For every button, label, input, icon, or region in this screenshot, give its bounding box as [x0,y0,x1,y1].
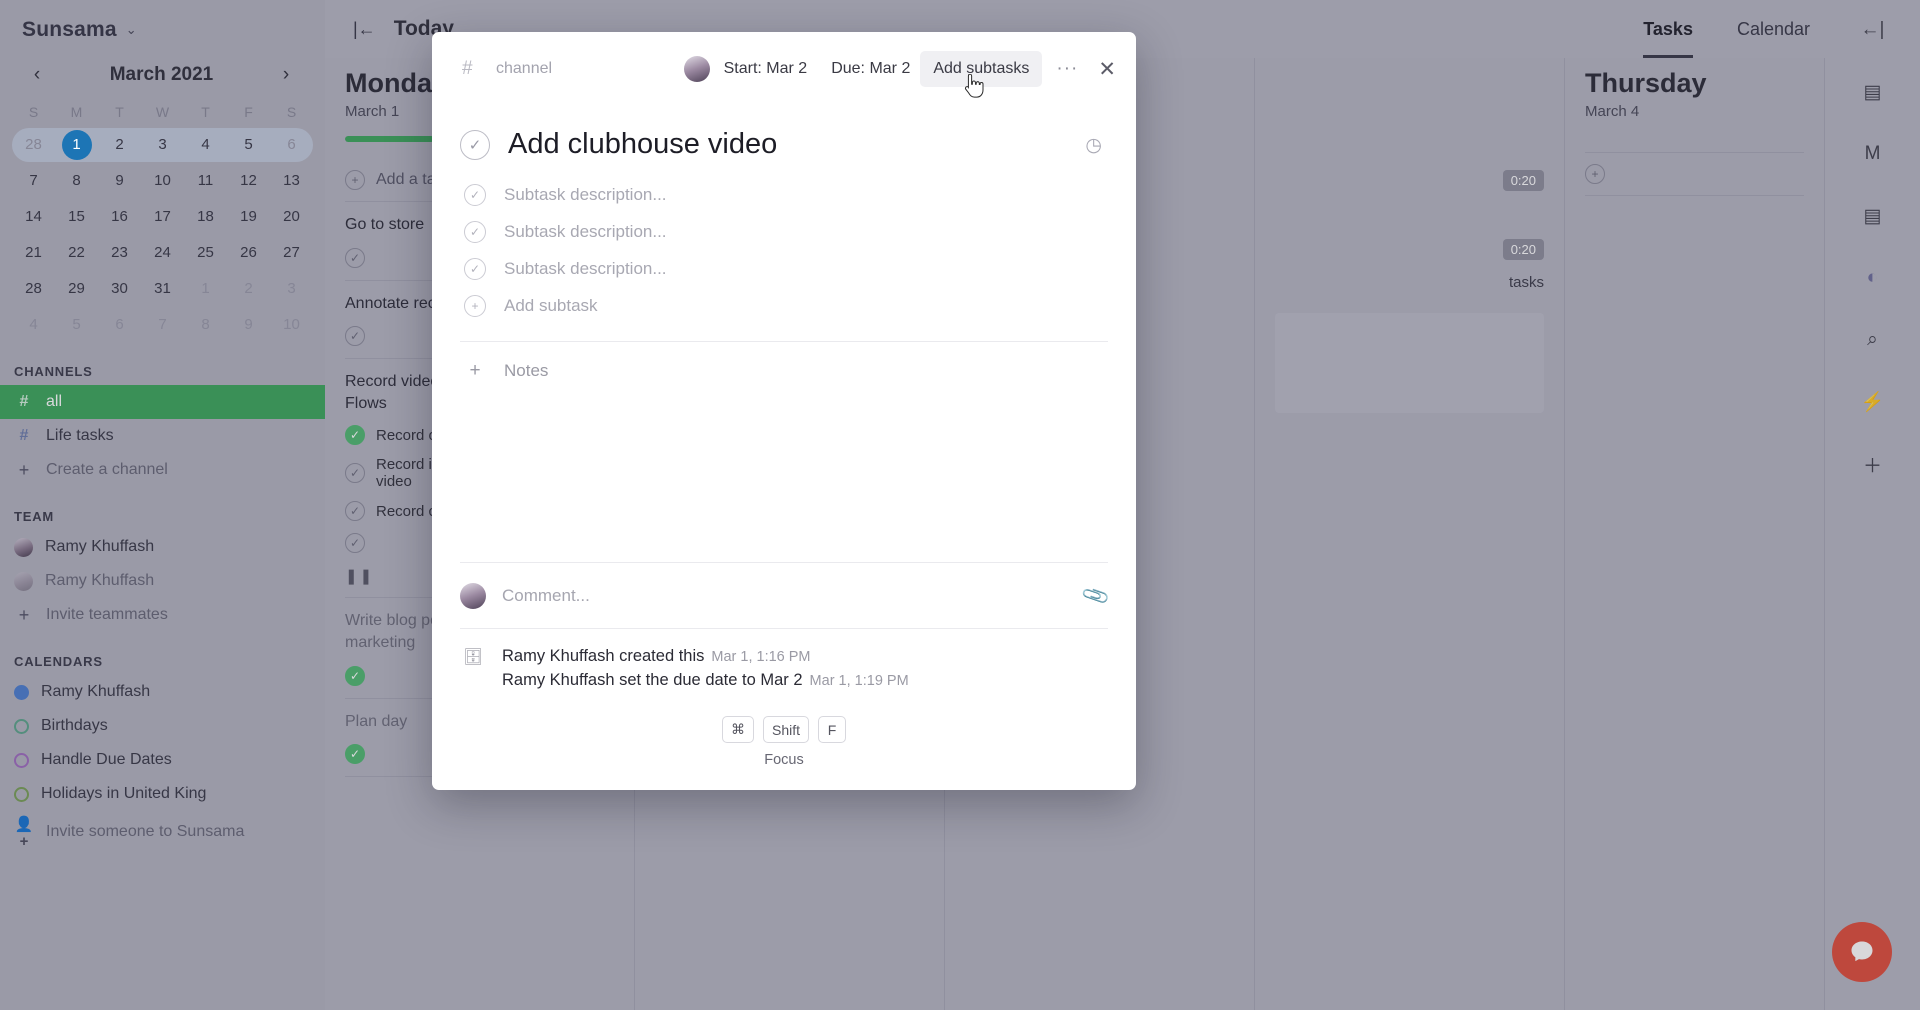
due-date-button[interactable]: Due: Mar 2 [831,60,910,78]
subtask-checkbox[interactable]: ✓ [464,257,486,280]
comment-row[interactable]: Comment... 📎 [460,562,1112,628]
notes-row[interactable]: + Notes [460,346,1108,396]
focus-label: Focus [764,752,804,768]
task-title[interactable]: Add clubhouse video [508,128,777,161]
more-options-icon[interactable]: ··· [1042,58,1092,80]
clock-icon[interactable]: ◷ [1085,134,1102,157]
shortcut-keys: ⌘ Shift F [721,716,846,743]
archive-box-icon: 🗄 [462,649,484,666]
activity-text: Ramy Khuffash set the due date to Mar 2 [502,671,803,689]
activity-time: Mar 1, 1:19 PM [809,673,909,689]
subtask-checkbox[interactable]: ✓ [464,220,486,243]
activity-log: 🗄 Ramy Khuffash created this Mar 1, 1:16 … [460,628,1108,690]
subtask-placeholder: Subtask description... [504,258,667,278]
key-cmd[interactable]: ⌘ [721,716,754,743]
notes-label: Notes [504,361,549,380]
app-root: Sunsama ⌄ ‹ March 2021 › S M T W T F S 28 1 2 3 4 5 6… [0,0,1920,1010]
subtask-placeholder: Subtask description... [504,221,667,241]
start-date-button[interactable]: Start: Mar 2 [724,60,808,78]
task-complete-checkbox[interactable]: ✓ [460,129,490,160]
add-subtask-label: Add subtask [504,295,598,315]
subtask-item[interactable]: ✓ Subtask description... [460,251,1108,286]
subtask-item[interactable]: ✓ Subtask description... [460,214,1108,249]
modal-header: # channel Start: Mar 2 Due: Mar 2 Add su… [432,32,1136,106]
comment-input[interactable]: Comment... [502,586,1068,606]
commenter-avatar [460,582,486,609]
add-subtasks-button[interactable]: Add subtasks [920,51,1043,87]
channel-selector[interactable]: channel [496,60,552,78]
subtask-item[interactable]: ✓ Subtask description... [460,177,1108,212]
close-icon[interactable]: ✕ [1092,57,1122,82]
attachment-icon[interactable]: 📎 [1080,579,1113,612]
subtask-checkbox[interactable]: ✓ [464,183,486,206]
key-f[interactable]: F [818,716,846,743]
key-shift[interactable]: Shift [762,716,809,743]
modal-body: ✓ Add clubhouse video ◷ ✓ Subtask descri… [432,106,1136,790]
plus-circle-icon: + [464,294,486,317]
calendar-day-label: 1 [72,136,81,153]
subtask-list: ✓ Subtask description... ✓ Subtask descr… [460,175,1108,323]
hash-icon: # [462,58,473,79]
task-detail-modal: # channel Start: Mar 2 Due: Mar 2 Add su… [432,32,1136,790]
divider [460,341,1108,342]
subtask-placeholder: Subtask description... [504,184,667,204]
focus-shortcut-bar: ⌘ Shift F Focus [460,690,1108,790]
activity-entry: Ramy Khuffash created this Mar 1, 1:16 PM [502,647,909,666]
add-subtask-row[interactable]: + Add subtask [460,288,1108,323]
activity-time: Mar 1, 1:16 PM [711,649,811,665]
plus-icon: + [469,360,481,381]
task-title-row: ✓ Add clubhouse video ◷ [460,128,1108,161]
activity-text: Ramy Khuffash created this [502,647,705,665]
activity-entry: Ramy Khuffash set the due date to Mar 2 M… [502,671,909,690]
assignee-avatar[interactable] [683,56,710,82]
